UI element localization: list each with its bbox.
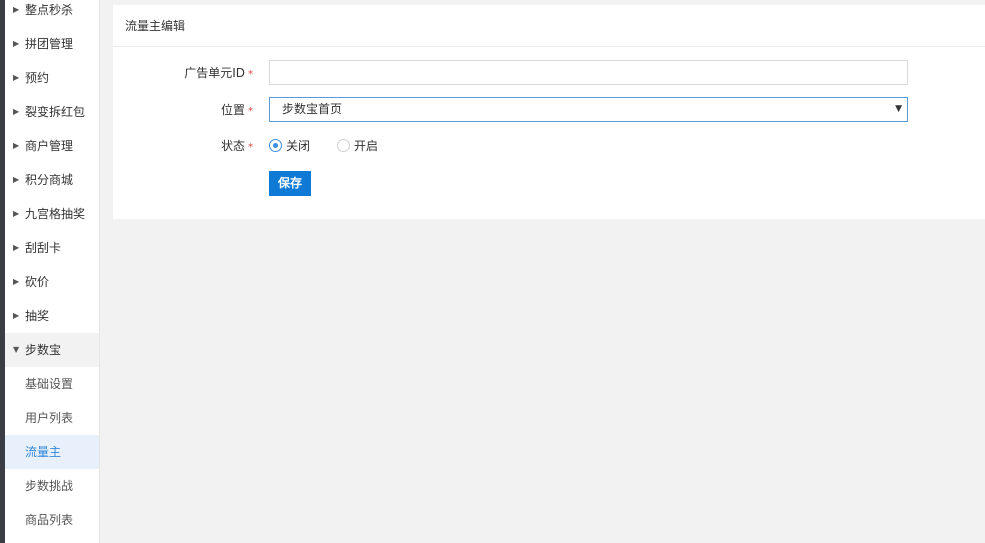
sidebar-item-label: 整点秒杀 [25, 3, 74, 17]
caret-right-icon: ▶ [13, 73, 20, 82]
status-label-text: 状态 [220, 139, 245, 153]
sidebar-subitem-basic-settings[interactable]: 基础设置 [5, 367, 99, 401]
sidebar-subitem-step-challenge[interactable]: 步数挑战 [5, 469, 99, 503]
edit-panel: 流量主编辑 广告单元ID * 位置 * 步数宝首页 ▼ 状态 * 关闭 开启 保存 [113, 5, 985, 219]
caret-right-icon: ▶ [13, 243, 20, 252]
sidebar: ▶ 整点秒杀 ▶ 拼团管理 ▶ 预约 ▶ 裂变拆红包 ▶ 商户管理 ▶ 积分商城… [5, 0, 100, 543]
position-label: 位置 * [113, 97, 253, 125]
sidebar-item-merchant[interactable]: ▶ 商户管理 [5, 129, 99, 163]
caret-right-icon: ▶ [13, 141, 20, 150]
sidebar-subitem-traffic-owner[interactable]: 流量主 [5, 435, 99, 469]
position-select[interactable]: 步数宝首页 ▼ [269, 97, 908, 122]
ad-id-label-text: 广告单元ID [184, 66, 245, 80]
panel-title: 流量主编辑 [113, 5, 985, 47]
sidebar-item-lottery[interactable]: ▶ 抽奖 [5, 299, 99, 333]
sidebar-subitem-user-list[interactable]: 用户列表 [5, 401, 99, 435]
sidebar-item-step-treasure[interactable]: ▼ 步数宝 [5, 333, 99, 367]
sidebar-item-group-buy[interactable]: ▶ 拼团管理 [5, 27, 99, 61]
required-mark: * [248, 106, 253, 117]
ad-id-input[interactable] [269, 60, 908, 85]
sidebar-item-label: 预约 [25, 71, 50, 85]
sidebar-item-label: 抽奖 [25, 309, 50, 323]
caret-right-icon: ▶ [13, 277, 20, 286]
sidebar-item-label: 拼团管理 [25, 37, 74, 51]
caret-down-icon: ▼ [13, 345, 20, 354]
sidebar-item-red-packet[interactable]: ▶ 裂变拆红包 [5, 95, 99, 129]
sidebar-item-grid-lottery[interactable]: ▶ 九宫格抽奖 [5, 197, 99, 231]
position-row: 位置 * 步数宝首页 ▼ [113, 97, 985, 123]
status-off-radio[interactable] [269, 139, 282, 152]
caret-right-icon: ▶ [13, 175, 20, 184]
sidebar-item-flash-sale[interactable]: ▶ 整点秒杀 [5, 0, 99, 27]
status-on-radio[interactable] [337, 139, 350, 152]
sidebar-item-reservation[interactable]: ▶ 预约 [5, 61, 99, 95]
sidebar-item-label: 积分商城 [25, 173, 74, 187]
status-off-label[interactable]: 关闭 [286, 133, 310, 159]
sidebar-item-label: 裂变拆红包 [25, 105, 86, 119]
status-row: 状态 * 关闭 开启 [113, 133, 985, 159]
sidebar-item-scratch-card[interactable]: ▶ 刮刮卡 [5, 231, 99, 265]
caret-right-icon: ▶ [13, 39, 20, 48]
sidebar-subitem-product-list[interactable]: 商品列表 [5, 503, 99, 537]
required-mark: * [248, 142, 253, 153]
ad-id-row: 广告单元ID * [113, 60, 985, 86]
caret-right-icon: ▶ [13, 209, 20, 218]
sidebar-item-label: 刮刮卡 [25, 241, 62, 255]
sidebar-item-label: 九宫格抽奖 [25, 207, 86, 221]
required-mark: * [248, 69, 253, 80]
sidebar-item-points-mall[interactable]: ▶ 积分商城 [5, 163, 99, 197]
sidebar-item-bargain[interactable]: ▶ 砍价 [5, 265, 99, 299]
save-button[interactable]: 保存 [269, 171, 311, 196]
sidebar-item-label: 砍价 [25, 275, 50, 289]
status-label: 状态 * [113, 133, 253, 161]
caret-right-icon: ▶ [13, 5, 20, 14]
position-selected-value: 步数宝首页 [282, 102, 343, 116]
caret-right-icon: ▶ [13, 311, 20, 320]
ad-id-label: 广告单元ID * [113, 60, 253, 88]
dropdown-arrow-icon: ▼ [895, 104, 902, 114]
caret-right-icon: ▶ [13, 107, 20, 116]
sidebar-item-label: 商户管理 [25, 139, 74, 153]
position-label-text: 位置 [220, 103, 245, 117]
status-on-label[interactable]: 开启 [354, 133, 378, 159]
sidebar-item-label: 步数宝 [25, 343, 62, 357]
